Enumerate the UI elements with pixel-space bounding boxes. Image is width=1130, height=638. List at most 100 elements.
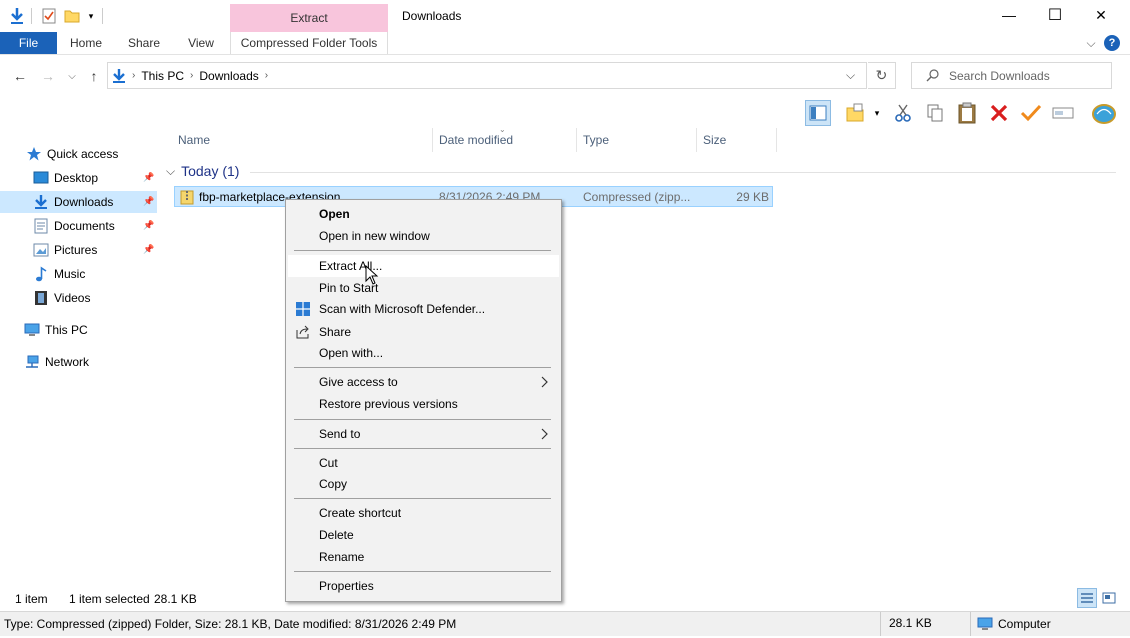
menu-item-copy[interactable]: Copy — [288, 473, 559, 495]
nav-item-desktop[interactable]: Desktop 📌 — [0, 167, 157, 189]
breadcrumb-this-pc[interactable]: This PC — [141, 69, 184, 83]
column-header-size[interactable]: Size — [697, 128, 777, 152]
computer-icon — [24, 322, 40, 338]
checkmark-icon[interactable] — [1018, 100, 1044, 126]
tab-share[interactable]: Share — [120, 32, 168, 54]
paste-icon[interactable] — [954, 100, 980, 126]
pin-icon[interactable]: 📌 — [143, 244, 154, 255]
nav-item-label: Network — [45, 355, 90, 369]
column-header-name[interactable]: Name — [172, 128, 433, 152]
details-divider — [880, 612, 881, 636]
maximize-button[interactable]: ☐ — [1032, 0, 1078, 30]
tab-compressed-folder-tools[interactable]: Compressed Folder Tools — [230, 32, 388, 54]
collapse-group-icon[interactable]: ⌵ — [166, 164, 175, 179]
customize-qat-icon[interactable]: ▾ — [84, 6, 98, 26]
recent-locations-button[interactable]: ⌵ — [65, 66, 79, 86]
nav-item-downloads[interactable]: Downloads 📌 — [0, 191, 157, 213]
menu-item-open[interactable]: Open — [288, 203, 559, 225]
menu-item-restore-versions[interactable]: Restore previous versions — [288, 393, 559, 415]
search-placeholder: Search Downloads — [949, 68, 1050, 83]
search-input[interactable]: Search Downloads — [911, 62, 1112, 89]
details-divider — [970, 612, 971, 636]
tab-view[interactable]: View — [178, 32, 224, 54]
nav-item-music[interactable]: Music — [0, 263, 157, 285]
computer-icon — [977, 617, 993, 631]
refresh-button[interactable]: ↻ — [868, 62, 896, 89]
status-bar: 1 item 1 item selected 28.1 KB — [0, 589, 1130, 609]
submenu-arrow-icon — [541, 428, 548, 443]
properties-icon[interactable] — [39, 6, 59, 26]
nav-item-label: Documents — [54, 219, 115, 233]
menu-item-cut[interactable]: Cut — [288, 452, 559, 474]
cut-icon[interactable] — [890, 100, 916, 126]
download-icon[interactable] — [6, 6, 28, 26]
details-info: Type: Compressed (zipped) Folder, Size: … — [4, 617, 457, 631]
breadcrumb-separator[interactable]: › — [265, 70, 268, 81]
details-size: 28.1 KB — [889, 616, 932, 630]
address-bar[interactable]: › This PC › Downloads › ⌵ — [107, 62, 867, 89]
shell-extension-icon[interactable] — [1091, 100, 1117, 126]
nav-item-videos[interactable]: Videos — [0, 287, 157, 309]
folder-options-icon[interactable] — [842, 100, 868, 126]
nav-item-documents[interactable]: Documents 📌 — [0, 215, 157, 237]
breadcrumb-downloads[interactable]: Downloads — [199, 69, 258, 83]
pictures-icon — [33, 242, 49, 258]
rename-icon[interactable] — [1050, 100, 1076, 126]
nav-item-pictures[interactable]: Pictures 📌 — [0, 239, 157, 261]
group-header-today[interactable]: ⌵ Today (1) — [166, 161, 239, 181]
column-header-label: Date modified — [439, 133, 514, 147]
large-icons-view-icon[interactable] — [1099, 588, 1119, 608]
address-dropdown-button[interactable]: ⌵ — [846, 68, 855, 83]
window-title: Downloads — [402, 9, 462, 23]
menu-item-send-to[interactable]: Send to — [288, 423, 559, 445]
pin-icon[interactable]: 📌 — [143, 172, 154, 183]
sort-indicator-icon: ⌄ — [499, 125, 506, 134]
forward-button[interactable]: → — [38, 66, 58, 86]
delete-icon[interactable] — [986, 100, 1012, 126]
menu-item-open-with[interactable]: Open with... — [288, 342, 559, 364]
new-folder-icon[interactable] — [62, 6, 82, 26]
menu-item-give-access[interactable]: Give access to — [288, 371, 559, 393]
defender-icon — [295, 301, 311, 317]
download-icon — [33, 194, 49, 210]
pin-icon[interactable]: 📌 — [143, 220, 154, 231]
help-button[interactable]: ? — [1104, 35, 1120, 51]
status-selected: 1 item selected — [69, 592, 150, 606]
menu-item-label: Scan with Microsoft Defender... — [319, 302, 486, 316]
pin-icon[interactable]: 📌 — [143, 196, 154, 207]
nav-item-quick-access[interactable]: Quick access — [0, 143, 157, 165]
folder-options-dropdown-icon[interactable]: ▾ — [870, 100, 884, 126]
menu-item-pin-to-start[interactable]: Pin to Start — [288, 277, 559, 299]
videos-icon — [33, 290, 49, 306]
breadcrumb-separator[interactable]: › — [190, 70, 193, 81]
nav-item-label: Downloads — [54, 195, 114, 209]
copy-icon[interactable] — [922, 100, 948, 126]
menu-separator — [294, 498, 551, 499]
expand-ribbon-button[interactable]: ⌵ — [1084, 35, 1098, 51]
close-button[interactable]: ✕ — [1078, 0, 1124, 30]
nav-item-this-pc[interactable]: This PC — [0, 319, 157, 341]
column-header-type[interactable]: Type — [577, 128, 697, 152]
tab-file[interactable]: File — [0, 32, 57, 54]
group-divider — [250, 172, 1116, 173]
column-header-date-modified[interactable]: Date modified ⌄ — [433, 125, 577, 152]
tab-home[interactable]: Home — [62, 32, 110, 54]
details-view-icon[interactable] — [1077, 588, 1097, 608]
up-button[interactable]: ↑ — [84, 66, 104, 86]
minimize-button[interactable]: — — [986, 0, 1032, 30]
nav-item-label: Videos — [54, 291, 91, 305]
menu-item-share[interactable]: Share — [288, 321, 559, 343]
menu-item-delete[interactable]: Delete — [288, 524, 559, 546]
star-icon — [26, 146, 42, 162]
menu-item-rename[interactable]: Rename — [288, 546, 559, 568]
menu-item-label: Share — [319, 325, 352, 339]
menu-item-create-shortcut[interactable]: Create shortcut — [288, 502, 559, 524]
preview-pane-icon[interactable] — [805, 100, 831, 126]
qat-divider — [31, 8, 32, 24]
file-size: 29 KB — [736, 189, 769, 204]
nav-item-network[interactable]: Network — [0, 351, 157, 373]
menu-item-extract-all[interactable]: Extract All... — [288, 255, 559, 277]
menu-item-open-new-window[interactable]: Open in new window — [288, 225, 559, 247]
menu-item-scan-defender[interactable]: Scan with Microsoft Defender... — [288, 298, 559, 320]
back-button[interactable]: ← — [10, 66, 30, 86]
